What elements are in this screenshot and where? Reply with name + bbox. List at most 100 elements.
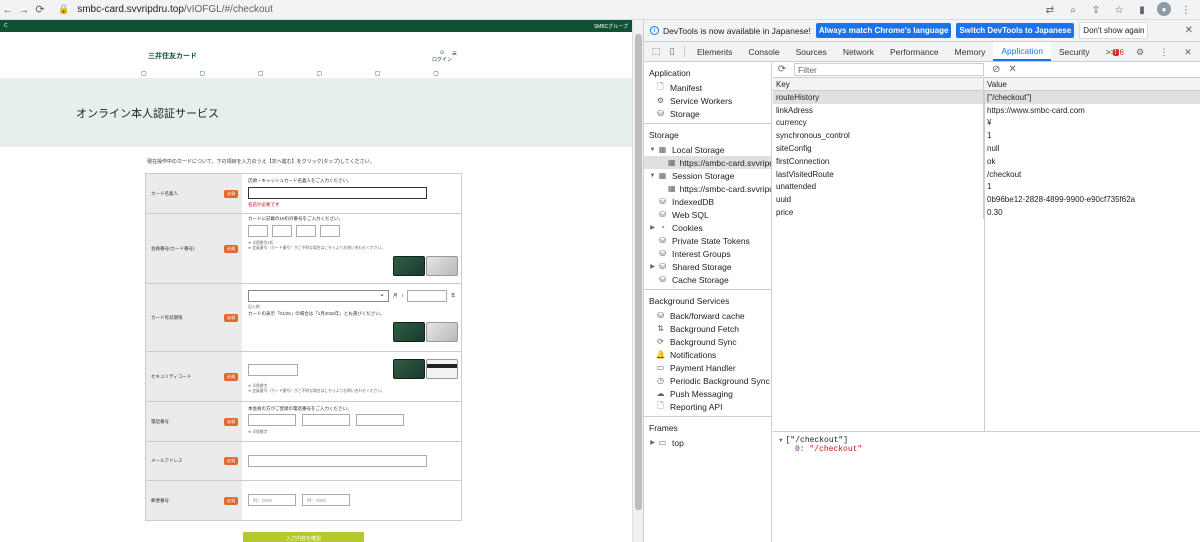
tab-performance[interactable]: Performance xyxy=(882,42,947,61)
page-scrollbar-thumb[interactable] xyxy=(635,34,642,510)
sidebar-item-manifest[interactable]: 🗋 Manifest xyxy=(644,81,771,94)
switch-language-button[interactable]: Switch DevTools to Japanese xyxy=(956,23,1075,38)
chevron-down-icon[interactable]: ▼ xyxy=(779,437,783,444)
card-name-input[interactable] xyxy=(248,187,427,199)
sidebar-item-background-sync[interactable]: ⟳ Background Sync xyxy=(644,335,771,348)
security-code-input[interactable] xyxy=(248,364,298,376)
zoom-icon[interactable]: ⌕ xyxy=(1065,2,1081,18)
sidebar-item-push-messaging[interactable]: ☁ Push Messaging xyxy=(644,387,771,400)
sidebar-item-web-sql[interactable]: ⛁ Web SQL xyxy=(644,208,771,221)
table-row[interactable]: siteConfig null xyxy=(773,142,1200,155)
forward-icon[interactable]: → xyxy=(16,2,32,18)
chevron-right-icon[interactable]: ▶ xyxy=(648,439,657,446)
filter-input[interactable] xyxy=(794,63,984,76)
hamburger-menu-icon[interactable]: ≡ xyxy=(452,49,457,58)
date-slash: / xyxy=(402,293,404,298)
bookmark-star-icon[interactable]: ☆ xyxy=(1111,2,1127,18)
clock-icon: ◷ xyxy=(657,376,664,385)
sidebar-item-shared-storage[interactable]: ▶ ⛁ Shared Storage xyxy=(644,260,771,273)
sidebar-item-private-state-tokens[interactable]: ⛁ Private State Tokens xyxy=(644,234,771,247)
delete-selected-icon[interactable]: ✕ xyxy=(1008,64,1016,75)
chevron-down-icon[interactable]: ▼ xyxy=(648,173,657,179)
sidebar-item-storage[interactable]: ⛁ Storage xyxy=(644,107,771,120)
close-icon[interactable]: ✕ xyxy=(1185,25,1193,36)
sidebar-item-background-fetch[interactable]: ⇅ Background Fetch xyxy=(644,322,771,335)
chevron-right-icon[interactable]: ▶ xyxy=(648,224,657,231)
chevron-down-icon[interactable]: ▼ xyxy=(648,147,657,153)
share-icon[interactable]: ⇪ xyxy=(1088,2,1104,18)
tab-elements[interactable]: Elements xyxy=(689,42,740,61)
sidebar-item-payment-handler[interactable]: ▭ Payment Handler xyxy=(644,361,771,374)
table-row[interactable]: firstConnection ok xyxy=(773,154,1200,168)
table-row[interactable]: price 0.30 xyxy=(773,206,1200,219)
translate-icon[interactable]: ⇄ xyxy=(1042,2,1058,18)
dismiss-infobar-button[interactable]: Don't show again xyxy=(1079,22,1149,39)
tab-network[interactable]: Network xyxy=(835,42,882,61)
sidebar-item-indexeddb[interactable]: ⛁ IndexedDB xyxy=(644,195,771,208)
tab-security[interactable]: Security xyxy=(1051,42,1098,61)
table-row[interactable]: linkAdress https://www.smbc-card.com xyxy=(773,103,1200,117)
confirm-button[interactable]: 入力内容を確認 xyxy=(243,532,364,542)
site-logo[interactable]: 三井住友カード xyxy=(148,51,197,61)
table-row[interactable]: currency ¥ xyxy=(773,116,1200,130)
phone-input-1[interactable] xyxy=(248,414,296,426)
card-number-input-2[interactable] xyxy=(272,225,292,237)
tab-console[interactable]: Console xyxy=(740,42,787,61)
email-input[interactable] xyxy=(248,455,427,467)
table-row[interactable]: routeHistory ["/checkout"] xyxy=(773,91,1200,104)
table-row[interactable]: uuid 0b96be12-2828-4899-9900-e90cf735f62a xyxy=(773,193,1200,207)
tab-application[interactable]: Application xyxy=(993,42,1051,61)
sidebar-item-cookies[interactable]: ▶ ◔ Cookies xyxy=(644,221,771,234)
login-link[interactable]: ⊙ ログイン xyxy=(432,50,452,63)
reload-icon[interactable]: ⟳ xyxy=(32,2,48,18)
sidebar-item-session-storage-origin[interactable]: ▦ https://smbc-card.svvripdr xyxy=(644,182,771,195)
site-info-icon[interactable]: 🔒 xyxy=(58,4,69,15)
card-number-input-1[interactable] xyxy=(248,225,268,237)
clear-all-icon[interactable]: ⊘ xyxy=(992,64,1000,75)
row-key: routeHistory xyxy=(773,91,984,104)
browser-menu-icon[interactable]: ⋮ xyxy=(1178,2,1194,18)
settings-gear-icon[interactable]: ⚙ xyxy=(1132,47,1148,58)
sidebar-item-local-storage[interactable]: ▼ ▦ Local Storage xyxy=(644,143,771,156)
tab-memory[interactable]: Memory xyxy=(947,42,994,61)
refresh-icon[interactable]: ⟳ xyxy=(773,64,791,75)
sidebar-item-session-storage[interactable]: ▼ ▦ Session Storage xyxy=(644,169,771,182)
match-language-button[interactable]: Always match Chrome's language xyxy=(815,23,952,38)
sidebar-item-service-workers[interactable]: ⚙ Service Workers xyxy=(644,94,771,107)
sidebar-item-frame-top[interactable]: ▶ ▭ top xyxy=(644,436,771,449)
table-row[interactable]: unattended 1 xyxy=(773,180,1200,194)
page-scrollbar[interactable] xyxy=(632,20,643,542)
card-number-input-3[interactable] xyxy=(296,225,316,237)
sidebar-item-local-storage-origin[interactable]: ▦ https://smbc-card.svvripdr xyxy=(644,156,771,169)
chevron-right-icon[interactable]: ▶ xyxy=(648,263,657,270)
sidebar-item-notifications[interactable]: 🔔 Notifications xyxy=(644,348,771,361)
table-row[interactable]: lastVisitedRoute/checkout xyxy=(773,167,1200,181)
devtools-menu-icon[interactable]: ⋮ xyxy=(1156,47,1172,58)
inspect-element-icon[interactable]: ⬚ xyxy=(648,42,664,61)
sidebar-item-back-forward-cache[interactable]: ⛁ Back/forward cache xyxy=(644,309,771,322)
preview-line-1[interactable]: ▼ ["/checkout"] xyxy=(779,436,1195,445)
address-bar[interactable]: smbc-card.svvripdru.top/vIOFGL/#/checkou… xyxy=(77,4,273,15)
postal-code-input-2[interactable]: 例：0000 xyxy=(302,494,350,506)
back-icon[interactable]: ← xyxy=(0,2,16,18)
table-row[interactable]: synchronous_control 1 xyxy=(773,129,1200,143)
device-toolbar-icon[interactable]: ▯ xyxy=(664,42,680,61)
sidebar-item-cache-storage[interactable]: ⛁ Cache Storage xyxy=(644,273,771,286)
issues-counter[interactable]: ! 6 xyxy=(1112,48,1124,57)
close-devtools-icon[interactable]: ✕ xyxy=(1180,47,1196,58)
side-panel-icon[interactable]: ▮ xyxy=(1134,2,1150,18)
sidebar-item-reporting-api[interactable]: 🗋 Reporting API xyxy=(644,400,771,413)
field-note: ※ 半角数字 xyxy=(248,430,268,434)
phone-input-2[interactable] xyxy=(302,414,350,426)
profile-avatar-icon[interactable]: ● xyxy=(1157,2,1171,16)
sidebar-item-periodic-background-sync[interactable]: ◷ Periodic Background Sync xyxy=(644,374,771,387)
postal-code-input-1[interactable]: 例：0000 xyxy=(248,494,296,506)
column-header-value[interactable]: Value xyxy=(984,78,1200,90)
expiry-month-select[interactable] xyxy=(248,290,389,302)
phone-input-3[interactable] xyxy=(356,414,404,426)
tab-sources[interactable]: Sources xyxy=(788,42,835,61)
card-number-input-4[interactable] xyxy=(320,225,340,237)
expiry-year-input[interactable] xyxy=(407,290,447,302)
column-header-key[interactable]: Key xyxy=(773,78,984,90)
sidebar-item-interest-groups[interactable]: ⛁ Interest Groups xyxy=(644,247,771,260)
